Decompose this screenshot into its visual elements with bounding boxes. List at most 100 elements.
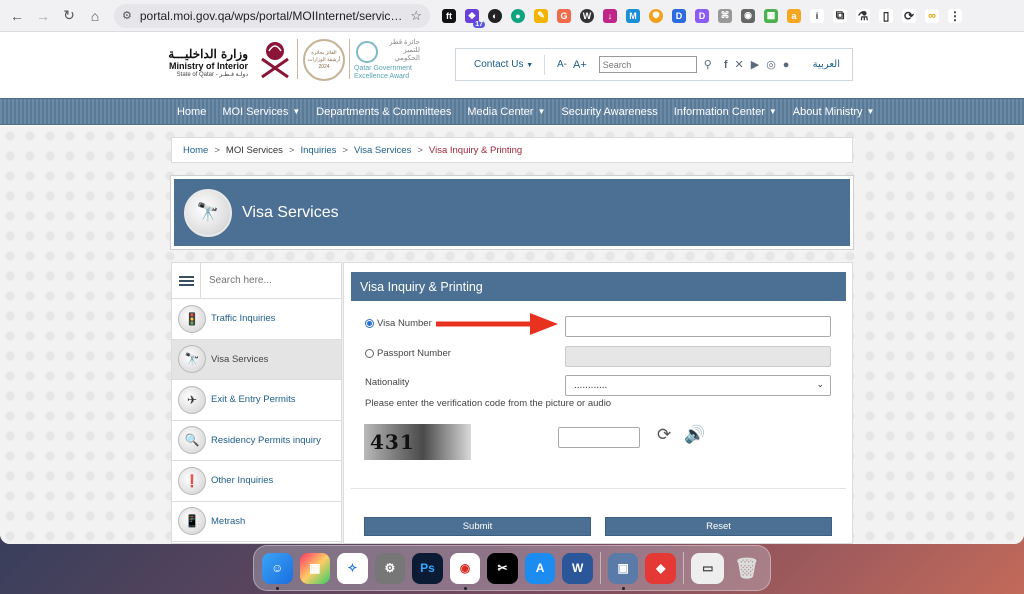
anydesk-icon[interactable]: ◆ [645,552,676,584]
font-increase-button[interactable]: A+ [573,59,587,71]
wordpress-extension-icon[interactable]: W [580,8,594,23]
puzzle-extensions-icon[interactable]: ⧉ [833,8,847,23]
award-ring-icon [356,41,378,63]
photoshop-icon[interactable]: Ps [412,552,443,584]
passport-number-option[interactable]: Passport Number [365,348,451,359]
visa-number-option[interactable]: Visa Number [365,318,432,329]
forward-icon[interactable]: → [32,5,54,27]
home-icon[interactable]: ⌂ [84,5,106,27]
font-extension-icon[interactable]: ft [442,8,456,23]
excellence-award-logo: جائزة قطر للتميز الحكومي Qatar Governmen… [352,39,422,83]
profile-icon[interactable]: ∞ [925,8,939,23]
page-banner: 🔭 Visa Services [170,175,854,250]
sync-icon[interactable]: ⟳ [902,8,916,23]
nav-media-center[interactable]: Media Center ▼ [467,106,545,118]
nav-about-ministry[interactable]: About Ministry ▼ [793,106,875,118]
nav-moi-services[interactable]: MOI Services ▼ [222,106,300,118]
main-navbar: Home MOI Services ▼ Departments & Committ… [0,98,1024,125]
word-icon[interactable]: W [562,552,593,584]
launchpad-icon[interactable]: ▦ [299,552,331,584]
extension-badge-icon[interactable]: ◆ 17 [465,8,485,28]
binoculars-icon: 🔭 [184,188,232,237]
submit-button[interactable]: Submit [364,517,591,536]
download-extension-icon[interactable]: ↓ [603,8,617,23]
reset-button[interactable]: Reset [605,517,832,536]
sidebar-item-exit-entry-permits[interactable]: ✈ Exit & Entry Permits [172,380,341,421]
instagram-icon[interactable]: ◎ [766,58,776,71]
sidebar-toggle-icon[interactable]: ▯ [879,8,893,23]
breadcrumb-visa-services[interactable]: Visa Services [354,145,411,156]
breadcrumb-home[interactable]: Home [183,145,208,156]
caret-down-icon: ▼ [768,107,777,116]
contact-us-link[interactable]: Contact Us ▼ [474,59,538,70]
recent-document-icon[interactable]: ▭ [690,552,725,584]
visa-inquiry-panel: Visa Inquiry & Printing Visa Number Pass… [343,262,853,544]
preview-icon[interactable]: ▣ [607,552,639,590]
info-extension-icon[interactable]: i [810,8,824,23]
header-search-input[interactable] [598,56,697,73]
nav-home[interactable]: Home [177,106,206,118]
youtube-icon[interactable]: ▶ [751,58,759,71]
flask-extension-icon[interactable]: ⚗ [856,8,870,23]
nav-departments[interactable]: Departments & Committees [316,106,451,118]
system-settings-icon[interactable]: ⚙ [374,552,406,584]
caret-down-icon: ▼ [292,107,301,116]
sun-extension-icon[interactable]: ✺ [649,8,663,23]
extension-green-icon[interactable]: ● [511,8,525,23]
reload-icon[interactable]: ↻ [58,5,80,27]
qatar-emblem-icon[interactable] [254,37,296,81]
sidebar-item-label: Other Inquiries [211,475,274,487]
snapchat-icon[interactable]: ● [783,59,790,71]
visa-number-input[interactable] [565,316,831,337]
pen-extension-icon[interactable]: ✎ [534,8,548,23]
sidebar-item-other-inquiries[interactable]: ❗ Other Inquiries [172,461,341,502]
site-settings-icon[interactable]: ⚙ [122,9,132,22]
font-decrease-button[interactable]: A- [557,59,567,70]
d2-extension-icon[interactable]: D [695,8,709,23]
trash-icon[interactable]: 🗑 [731,553,762,584]
app-store-icon[interactable]: A [524,552,556,584]
sidebar-item-residency-permits[interactable]: 🔍 Residency Permits inquiry [172,421,341,461]
sheets-extension-icon[interactable]: ▦ [764,8,778,23]
refresh-captcha-icon[interactable]: ⟳ [657,425,671,445]
passport-number-radio[interactable] [365,349,374,358]
safari-icon[interactable]: ✧ [337,552,368,584]
sidebar-item-label: Exit & Entry Permits [211,394,296,406]
bookmark-star-icon[interactable]: ☆ [410,8,422,24]
sidebar-item-visa-services[interactable]: 🔭 Visa Services [172,339,341,380]
breadcrumb-inquiries[interactable]: Inquiries [300,145,336,156]
qga-english: Qatar Government Excellence Award [354,65,412,80]
menu-icon[interactable]: ⋮ [948,8,962,23]
arabic-language-link[interactable]: العربية [813,59,840,70]
visa-number-radio[interactable] [365,319,374,328]
text-extension-icon[interactable]: ⌘ [718,8,732,23]
award-badge: الفائز بجائزة أرشفة الوزارات 2024 [303,39,345,81]
chrome-icon[interactable]: ◉ [449,552,481,590]
audio-captcha-icon[interactable]: 🔊 [684,425,705,445]
back-icon[interactable]: ← [6,5,28,27]
hamburger-menu-icon[interactable] [172,263,201,298]
address-bar[interactable]: ⚙ portal.moi.gov.qa/wps/portal/MOIIntern… [114,3,430,28]
x-twitter-icon[interactable]: ✕ [735,58,744,71]
sidebar-item-traffic-inquiries[interactable]: 🚦 Traffic Inquiries [172,299,341,340]
nationality-select[interactable]: ............ ⌄ [565,375,831,396]
nav-information-center[interactable]: Information Center ▼ [674,106,777,118]
sidebar-search-input[interactable] [201,263,341,298]
captcha-input[interactable] [558,427,640,448]
url-text[interactable]: portal.moi.gov.qa/wps/portal/MOIInternet… [140,9,404,23]
search-icon[interactable]: ⚲ [704,58,712,71]
facebook-icon[interactable]: f [724,59,728,71]
m-extension-icon[interactable]: M [626,8,640,23]
nav-label: Security Awareness [561,105,658,118]
sidebar-item-metrash[interactable]: 📱 Metrash [172,502,341,542]
a-extension-icon[interactable]: a [787,8,801,23]
extension-dark-icon[interactable]: ◐ [488,8,502,23]
camera-extension-icon[interactable]: ◉ [741,8,755,23]
capcut-icon[interactable]: ✂ [487,552,518,584]
nav-security-awareness[interactable]: Security Awareness [561,106,657,118]
finder-icon[interactable]: ☺ [262,552,293,590]
moi-logo-text[interactable]: وزارة الداخليـــة Ministry of Interior S… [168,47,248,78]
d-extension-icon[interactable]: D [672,8,686,23]
passport-number-input[interactable] [565,346,831,367]
grammar-extension-icon[interactable]: G [557,8,571,23]
